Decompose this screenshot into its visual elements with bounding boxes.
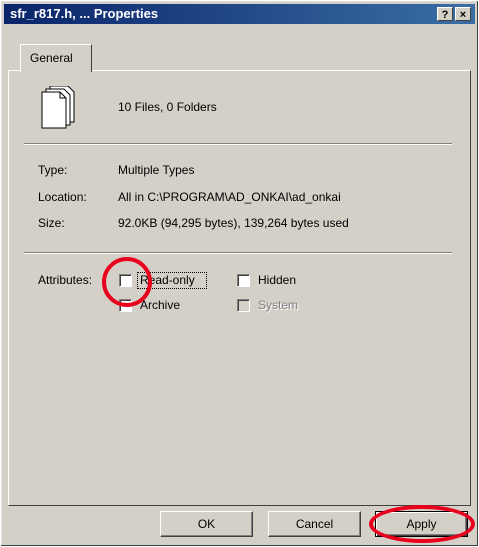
- ok-button[interactable]: OK: [160, 511, 253, 537]
- close-button[interactable]: ×: [455, 7, 471, 21]
- window-title: sfr_r817.h, ... Properties: [10, 6, 159, 21]
- type-value: Multiple Types: [118, 163, 195, 177]
- tab-general-label: General: [30, 51, 73, 65]
- location-label: Location:: [38, 190, 87, 204]
- file-count-text: 10 Files, 0 Folders: [118, 100, 217, 114]
- location-value: All in C:\PROGRAM\AD_ONKAI\ad_onkai: [118, 190, 341, 204]
- type-label: Type:: [38, 163, 68, 177]
- general-panel: [8, 70, 471, 506]
- system-checkbox: [237, 299, 250, 312]
- title-bar[interactable]: sfr_r817.h, ... Properties ? ×: [4, 4, 475, 24]
- cancel-button[interactable]: Cancel: [268, 511, 361, 537]
- multiple-files-icon: [41, 86, 75, 129]
- hidden-checkbox[interactable]: [237, 274, 250, 287]
- separator: [24, 252, 452, 254]
- tab-general[interactable]: General: [20, 44, 92, 72]
- attributes-label: Attributes:: [38, 273, 93, 287]
- archive-label[interactable]: Archive: [140, 298, 180, 312]
- separator: [24, 143, 452, 145]
- annotation-circle-apply: [369, 505, 475, 543]
- help-button[interactable]: ?: [437, 7, 453, 21]
- hidden-label[interactable]: Hidden: [258, 273, 296, 287]
- annotation-circle-read-only: [102, 257, 152, 307]
- size-label: Size:: [38, 216, 65, 230]
- size-value: 92.0KB (94,295 bytes), 139,264 bytes use…: [118, 216, 349, 230]
- system-label: System: [258, 298, 299, 312]
